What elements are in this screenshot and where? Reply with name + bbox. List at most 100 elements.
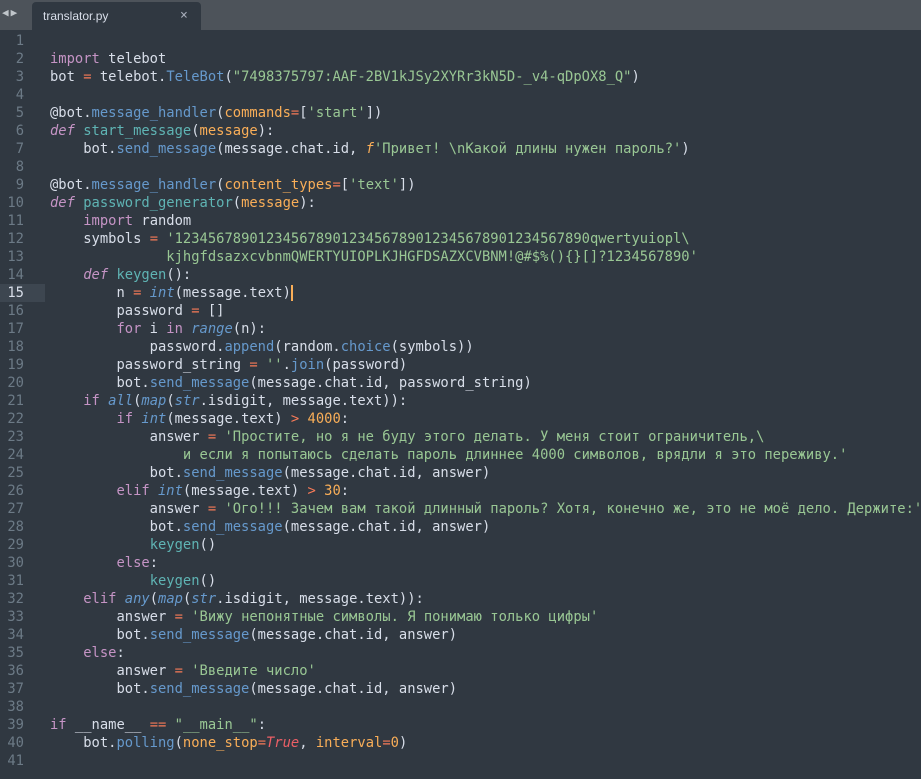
line-number: 24 — [7, 447, 24, 463]
code-line[interactable]: 1 — [0, 32, 921, 50]
code-editor[interactable]: 1 2 import telebot 3 bot = telebot.TeleBot("… — [0, 32, 921, 770]
code-token: str — [174, 393, 200, 409]
code-token: message — [241, 195, 300, 211]
line-number: 27 — [7, 501, 24, 517]
code-token: keygen — [116, 267, 167, 283]
code-line[interactable]: 10 def password_generator(message): — [0, 194, 921, 212]
code-line[interactable]: 37 bot.send_message(message.chat.id, ans… — [0, 680, 921, 698]
code-text: if __name__ == "__main__": — [50, 716, 266, 734]
code-line[interactable]: 41 — [0, 752, 921, 770]
code-token: '123456789012345678901234567890123456789… — [166, 231, 690, 247]
code-line[interactable]: 17 for i in range(n): — [0, 320, 921, 338]
close-icon[interactable]: × — [180, 8, 188, 23]
code-token: ]) — [398, 177, 416, 193]
code-token: [ — [340, 177, 350, 193]
code-line[interactable]: 29 keygen() — [0, 536, 921, 554]
code-line[interactable]: 21 if all(map(str.isdigit, message.text)… — [0, 392, 921, 410]
code-line[interactable]: 33 answer = 'Вижу непонятные символы. Я … — [0, 608, 921, 626]
code-line[interactable]: 15 n = int(message.text) — [0, 284, 921, 302]
code-token: telebot. — [91, 69, 167, 85]
line-number: 13 — [7, 249, 24, 265]
code-line[interactable]: 39 if __name__ == "__main__": — [0, 716, 921, 734]
code-token: ( — [191, 123, 200, 139]
code-token: ( — [174, 735, 183, 751]
line-number: 10 — [7, 195, 24, 211]
code-line[interactable]: 18 password.append(random.choice(symbols… — [0, 338, 921, 356]
code-line[interactable]: 8 — [0, 158, 921, 176]
code-token: (message.text) — [182, 483, 308, 499]
code-token: = — [174, 663, 183, 679]
code-line[interactable]: 25 bot.send_message(message.chat.id, ans… — [0, 464, 921, 482]
code-text: password_string = ''.join(password) — [50, 356, 407, 374]
code-line[interactable]: 5 @bot.message_handler(commands=['start']… — [0, 104, 921, 122]
code-line[interactable]: 30 else: — [0, 554, 921, 572]
code-token: def — [50, 195, 75, 211]
code-token: ( — [232, 195, 242, 211]
code-token: : — [340, 411, 350, 427]
code-text: def start_message(message): — [50, 122, 274, 140]
code-token: polling — [116, 735, 175, 751]
code-text: password.append(random.choice(symbols)) — [50, 338, 474, 356]
code-text: def password_generator(message): — [50, 194, 316, 212]
code-token: @bot. — [50, 105, 92, 121]
line-number: 14 — [7, 267, 24, 283]
code-text: answer = 'Вижу непонятные символы. Я пон… — [50, 608, 598, 626]
code-token: commands — [224, 105, 291, 121]
code-line[interactable]: 7 bot.send_message(message.chat.id, f'Пр… — [0, 140, 921, 158]
code-token: .isdigit, message.text)): — [199, 393, 408, 409]
code-line[interactable]: 36 answer = 'Введите число' — [0, 662, 921, 680]
code-line[interactable]: 4 — [0, 86, 921, 104]
code-token: none_stop — [182, 735, 258, 751]
code-line[interactable]: 26 elif int(message.text) > 30: — [0, 482, 921, 500]
code-token: ( — [182, 591, 192, 607]
code-line[interactable]: 38 — [0, 698, 921, 716]
code-text: bot = telebot.TeleBot("7498375797:AAF-2B… — [50, 68, 640, 86]
code-line[interactable]: 9 @bot.message_handler(content_types=['te… — [0, 176, 921, 194]
code-line[interactable]: 12 symbols = '12345678901234567890123456… — [0, 230, 921, 248]
code-line[interactable]: 34 bot.send_message(message.chat.id, ans… — [0, 626, 921, 644]
code-token: 4000 — [307, 411, 341, 427]
code-line[interactable]: 14 def keygen(): — [0, 266, 921, 284]
code-line[interactable]: 6 def start_message(message): — [0, 122, 921, 140]
code-token: = — [382, 735, 391, 751]
code-line[interactable]: 20 bot.send_message(message.chat.id, pas… — [0, 374, 921, 392]
code-line[interactable]: 28 bot.send_message(message.chat.id, ans… — [0, 518, 921, 536]
line-number: 37 — [7, 681, 24, 697]
code-token: = — [191, 303, 200, 319]
code-line[interactable]: 23 answer = 'Простите, но я не буду этог… — [0, 428, 921, 446]
code-line[interactable]: 27 answer = 'Ого!!! Зачем вам такой длин… — [0, 500, 921, 518]
line-number: 32 — [7, 591, 24, 607]
code-line[interactable]: 13 kjhgfdsazxcvbnmQWERTYUIOPLKJHGFDSAZXC… — [0, 248, 921, 266]
code-token: 'start' — [307, 105, 366, 121]
line-number: 34 — [7, 627, 24, 643]
code-line[interactable]: 19 password_string = ''.join(password) — [0, 356, 921, 374]
code-line[interactable]: 40 bot.polling(none_stop=True, interval=… — [0, 734, 921, 752]
code-token: elif — [116, 483, 150, 499]
code-token: (password) — [324, 357, 408, 373]
code-line[interactable]: 24 и если я попытаюсь сделать пароль дли… — [0, 446, 921, 464]
code-token: bot. — [50, 465, 183, 481]
tab-navigation-arrows-icon[interactable]: ◀▶ — [2, 6, 19, 19]
code-line[interactable]: 31 keygen() — [0, 572, 921, 590]
code-text: bot.send_message(message.chat.id, answer… — [50, 680, 457, 698]
line-number: 15 — [7, 285, 24, 301]
code-token: answer — [50, 663, 175, 679]
code-text: if int(message.text) > 4000: — [50, 410, 349, 428]
code-token: (message.chat.id, password_string) — [249, 375, 532, 391]
tab-translator-py[interactable]: translator.py × — [32, 2, 201, 30]
code-line[interactable]: 35 else: — [0, 644, 921, 662]
code-line[interactable]: 11 import random — [0, 212, 921, 230]
code-line[interactable]: 16 password = [] — [0, 302, 921, 320]
code-token: (message.chat.id, answer) — [249, 627, 458, 643]
code-line[interactable]: 3 bot = telebot.TeleBot("7498375797:AAF-2… — [0, 68, 921, 86]
line-number: 4 — [15, 87, 24, 103]
code-line[interactable]: 2 import telebot — [0, 50, 921, 68]
line-number: 7 — [15, 141, 24, 157]
code-line[interactable]: 22 if int(message.text) > 4000: — [0, 410, 921, 428]
code-line[interactable]: 32 elif any(map(str.isdigit, message.tex… — [0, 590, 921, 608]
line-number: 12 — [7, 231, 24, 247]
